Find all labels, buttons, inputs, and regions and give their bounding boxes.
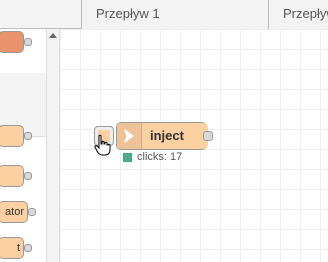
tab-flow-2[interactable]: Przepływ <box>268 0 328 29</box>
palette-node-port <box>24 38 32 46</box>
palette-node[interactable] <box>0 165 24 187</box>
palette-node[interactable] <box>0 125 24 147</box>
palette-node-port <box>24 132 32 140</box>
palette-node-label: t <box>16 242 20 254</box>
palette-node-label: ator <box>5 206 24 218</box>
output-port[interactable] <box>203 131 213 141</box>
node-label: inject <box>150 128 184 143</box>
palette-node[interactable] <box>0 31 24 53</box>
tab-flow-1[interactable]: Przepływ 1 <box>81 0 268 29</box>
inject-node[interactable]: inject <box>116 122 208 150</box>
palette-node[interactable]: ator <box>0 201 28 223</box>
status-text: clicks: 17 <box>137 151 183 163</box>
palette-node[interactable]: t <box>0 237 24 259</box>
palette-node-port <box>24 172 32 180</box>
scroll-up-icon[interactable] <box>49 33 57 38</box>
hand-cursor-icon <box>93 134 111 161</box>
node-palette: ator t <box>0 29 46 262</box>
workspace-tabs: Przepływ 1 Przepływ <box>0 0 328 29</box>
status-indicator <box>123 153 132 162</box>
palette-node-port <box>28 208 36 216</box>
palette-scrollbar[interactable] <box>46 29 60 262</box>
arrow-icon <box>117 123 142 149</box>
palette-node-port <box>24 244 32 252</box>
